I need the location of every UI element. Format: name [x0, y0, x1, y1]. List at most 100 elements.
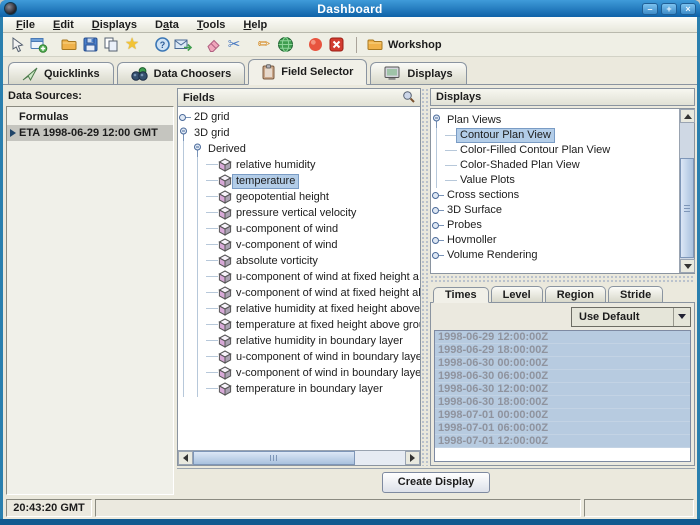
maximize-button[interactable]: +: [661, 3, 677, 15]
menu-file[interactable]: File: [7, 19, 44, 31]
help-icon[interactable]: ?: [152, 35, 172, 55]
tree-expanded-icon[interactable]: [178, 126, 191, 141]
tree-item[interactable]: Probes: [431, 218, 679, 233]
favorites-star-icon[interactable]: ★: [122, 35, 142, 55]
settings-tab-region[interactable]: Region: [545, 286, 606, 302]
field-cube-icon: [218, 222, 233, 236]
time-item[interactable]: 1998-06-30 12:00:00Z: [435, 383, 690, 396]
tree-expanded-icon[interactable]: [192, 142, 205, 157]
tree-item[interactable]: Volume Rendering: [431, 248, 679, 263]
tree-item[interactable]: geopotential height: [178, 189, 420, 205]
tree-collapsed-icon[interactable]: [178, 110, 191, 125]
tab-field-selector[interactable]: Field Selector: [248, 59, 367, 85]
times-mode-dropdown[interactable]: Use Default: [571, 307, 691, 327]
time-item[interactable]: 1998-07-01 00:00:00Z: [435, 409, 690, 422]
time-item[interactable]: 1998-07-01 12:00:00Z: [435, 435, 690, 448]
tree-item[interactable]: relative humidity at fixed height above: [178, 301, 420, 317]
horizontal-split-divider[interactable]: [430, 275, 695, 284]
horizontal-scroll-thumb[interactable]: [193, 451, 355, 465]
tree-item[interactable]: Value Plots: [431, 173, 679, 188]
vertical-split-divider[interactable]: [421, 88, 430, 466]
tree-item-label: v-component of wind at fixed height al: [233, 287, 420, 300]
stop-icon[interactable]: [305, 35, 325, 55]
time-item[interactable]: 1998-06-30 18:00:00Z: [435, 396, 690, 409]
tree-item[interactable]: 2D grid: [178, 109, 420, 125]
copy-icon[interactable]: [101, 35, 121, 55]
tree-item[interactable]: v-component of wind in boundary laye: [178, 365, 420, 381]
settings-tab-level[interactable]: Level: [491, 286, 543, 302]
tree-item[interactable]: 3D Surface: [431, 203, 679, 218]
tab-quicklinks[interactable]: Quicklinks: [8, 62, 114, 84]
edit-pencil-icon[interactable]: ✏: [254, 35, 274, 55]
time-item[interactable]: 1998-06-30 00:00:00Z: [435, 357, 690, 370]
tree-item[interactable]: Cross sections: [431, 188, 679, 203]
time-item[interactable]: 1998-06-30 06:00:00Z: [435, 370, 690, 383]
tree-item[interactable]: relative humidity in boundary layer: [178, 333, 420, 349]
tree-item[interactable]: absolute vorticity: [178, 253, 420, 269]
time-item[interactable]: 1998-07-01 06:00:00Z: [435, 422, 690, 435]
globe-icon[interactable]: [275, 35, 295, 55]
scroll-up-button[interactable]: [680, 109, 695, 123]
tree-item[interactable]: pressure vertical velocity: [178, 205, 420, 221]
menu-tools[interactable]: Tools: [188, 19, 235, 31]
tab-data-choosers[interactable]: Data Choosers: [117, 62, 246, 84]
tree-item[interactable]: u-component of wind: [178, 221, 420, 237]
tree-item[interactable]: temperature: [178, 173, 420, 189]
workshop-folder-icon[interactable]: Workshop: [365, 35, 444, 55]
tree-item[interactable]: Derived: [178, 141, 420, 157]
tree-collapsed-icon[interactable]: [431, 248, 444, 263]
tab-displays[interactable]: Displays: [370, 62, 466, 84]
menu-data[interactable]: Data: [146, 19, 188, 31]
tree-item[interactable]: temperature in boundary layer: [178, 381, 420, 397]
tree-item[interactable]: Hovmoller: [431, 233, 679, 248]
data-source-item[interactable]: Formulas: [7, 109, 173, 125]
create-display-button[interactable]: Create Display: [382, 472, 490, 493]
tree-collapsed-icon[interactable]: [431, 218, 444, 233]
open-file-icon[interactable]: [59, 35, 79, 55]
tree-item[interactable]: u-component of wind at fixed height a: [178, 269, 420, 285]
vertical-scroll-thumb[interactable]: [680, 158, 694, 258]
displays-header: Displays: [430, 88, 695, 106]
tree-item[interactable]: Contour Plan View: [431, 128, 679, 143]
times-list: 1998-06-29 12:00:00Z1998-06-29 18:00:00Z…: [434, 330, 691, 462]
scroll-down-button[interactable]: [680, 259, 695, 273]
tree-item[interactable]: Color-Shaded Plan View: [431, 158, 679, 173]
cut-icon[interactable]: ✂: [224, 35, 244, 55]
tree-item[interactable]: 3D grid: [178, 125, 420, 141]
new-window-icon[interactable]: [29, 35, 49, 55]
tree-item[interactable]: temperature at fixed height above grou: [178, 317, 420, 333]
field-cube-icon: [218, 254, 233, 268]
settings-tab-stride[interactable]: Stride: [608, 286, 663, 302]
time-item[interactable]: 1998-06-29 12:00:00Z: [435, 331, 690, 344]
time-item[interactable]: 1998-06-29 18:00:00Z: [435, 344, 690, 357]
tree-item[interactable]: relative humidity: [178, 157, 420, 173]
scroll-left-button[interactable]: [178, 451, 193, 465]
tree-item[interactable]: Color-Filled Contour Plan View: [431, 143, 679, 158]
settings-tab-times[interactable]: Times: [433, 287, 489, 303]
field-selector-icon: [262, 64, 275, 80]
tree-collapsed-icon[interactable]: [431, 203, 444, 218]
eraser-icon[interactable]: [203, 35, 223, 55]
tree-item[interactable]: u-component of wind in boundary laye: [178, 349, 420, 365]
data-source-item[interactable]: ETA 1998-06-29 12:00 GMT: [7, 125, 173, 141]
toolbar-separator: [356, 37, 357, 53]
scroll-right-button[interactable]: [405, 451, 420, 465]
send-support-icon[interactable]: [173, 35, 193, 55]
menu-edit[interactable]: Edit: [44, 19, 83, 31]
titlebar[interactable]: Dashboard – + ×: [0, 0, 700, 17]
menu-displays[interactable]: Displays: [83, 19, 146, 31]
menu-help[interactable]: Help: [234, 19, 276, 31]
delete-icon[interactable]: [326, 35, 346, 55]
tree-expanded-icon[interactable]: [431, 113, 444, 128]
tree-item[interactable]: v-component of wind: [178, 237, 420, 253]
dropdown-arrow-icon[interactable]: [673, 308, 690, 326]
minimize-button[interactable]: –: [642, 3, 658, 15]
close-button[interactable]: ×: [680, 3, 696, 15]
search-fields-icon[interactable]: [402, 90, 415, 106]
tree-item[interactable]: Plan Views: [431, 113, 679, 128]
show-dashboard-icon[interactable]: [8, 35, 28, 55]
save-icon[interactable]: [80, 35, 100, 55]
tree-collapsed-icon[interactable]: [431, 188, 444, 203]
tree-item[interactable]: v-component of wind at fixed height al: [178, 285, 420, 301]
tree-collapsed-icon[interactable]: [431, 233, 444, 248]
